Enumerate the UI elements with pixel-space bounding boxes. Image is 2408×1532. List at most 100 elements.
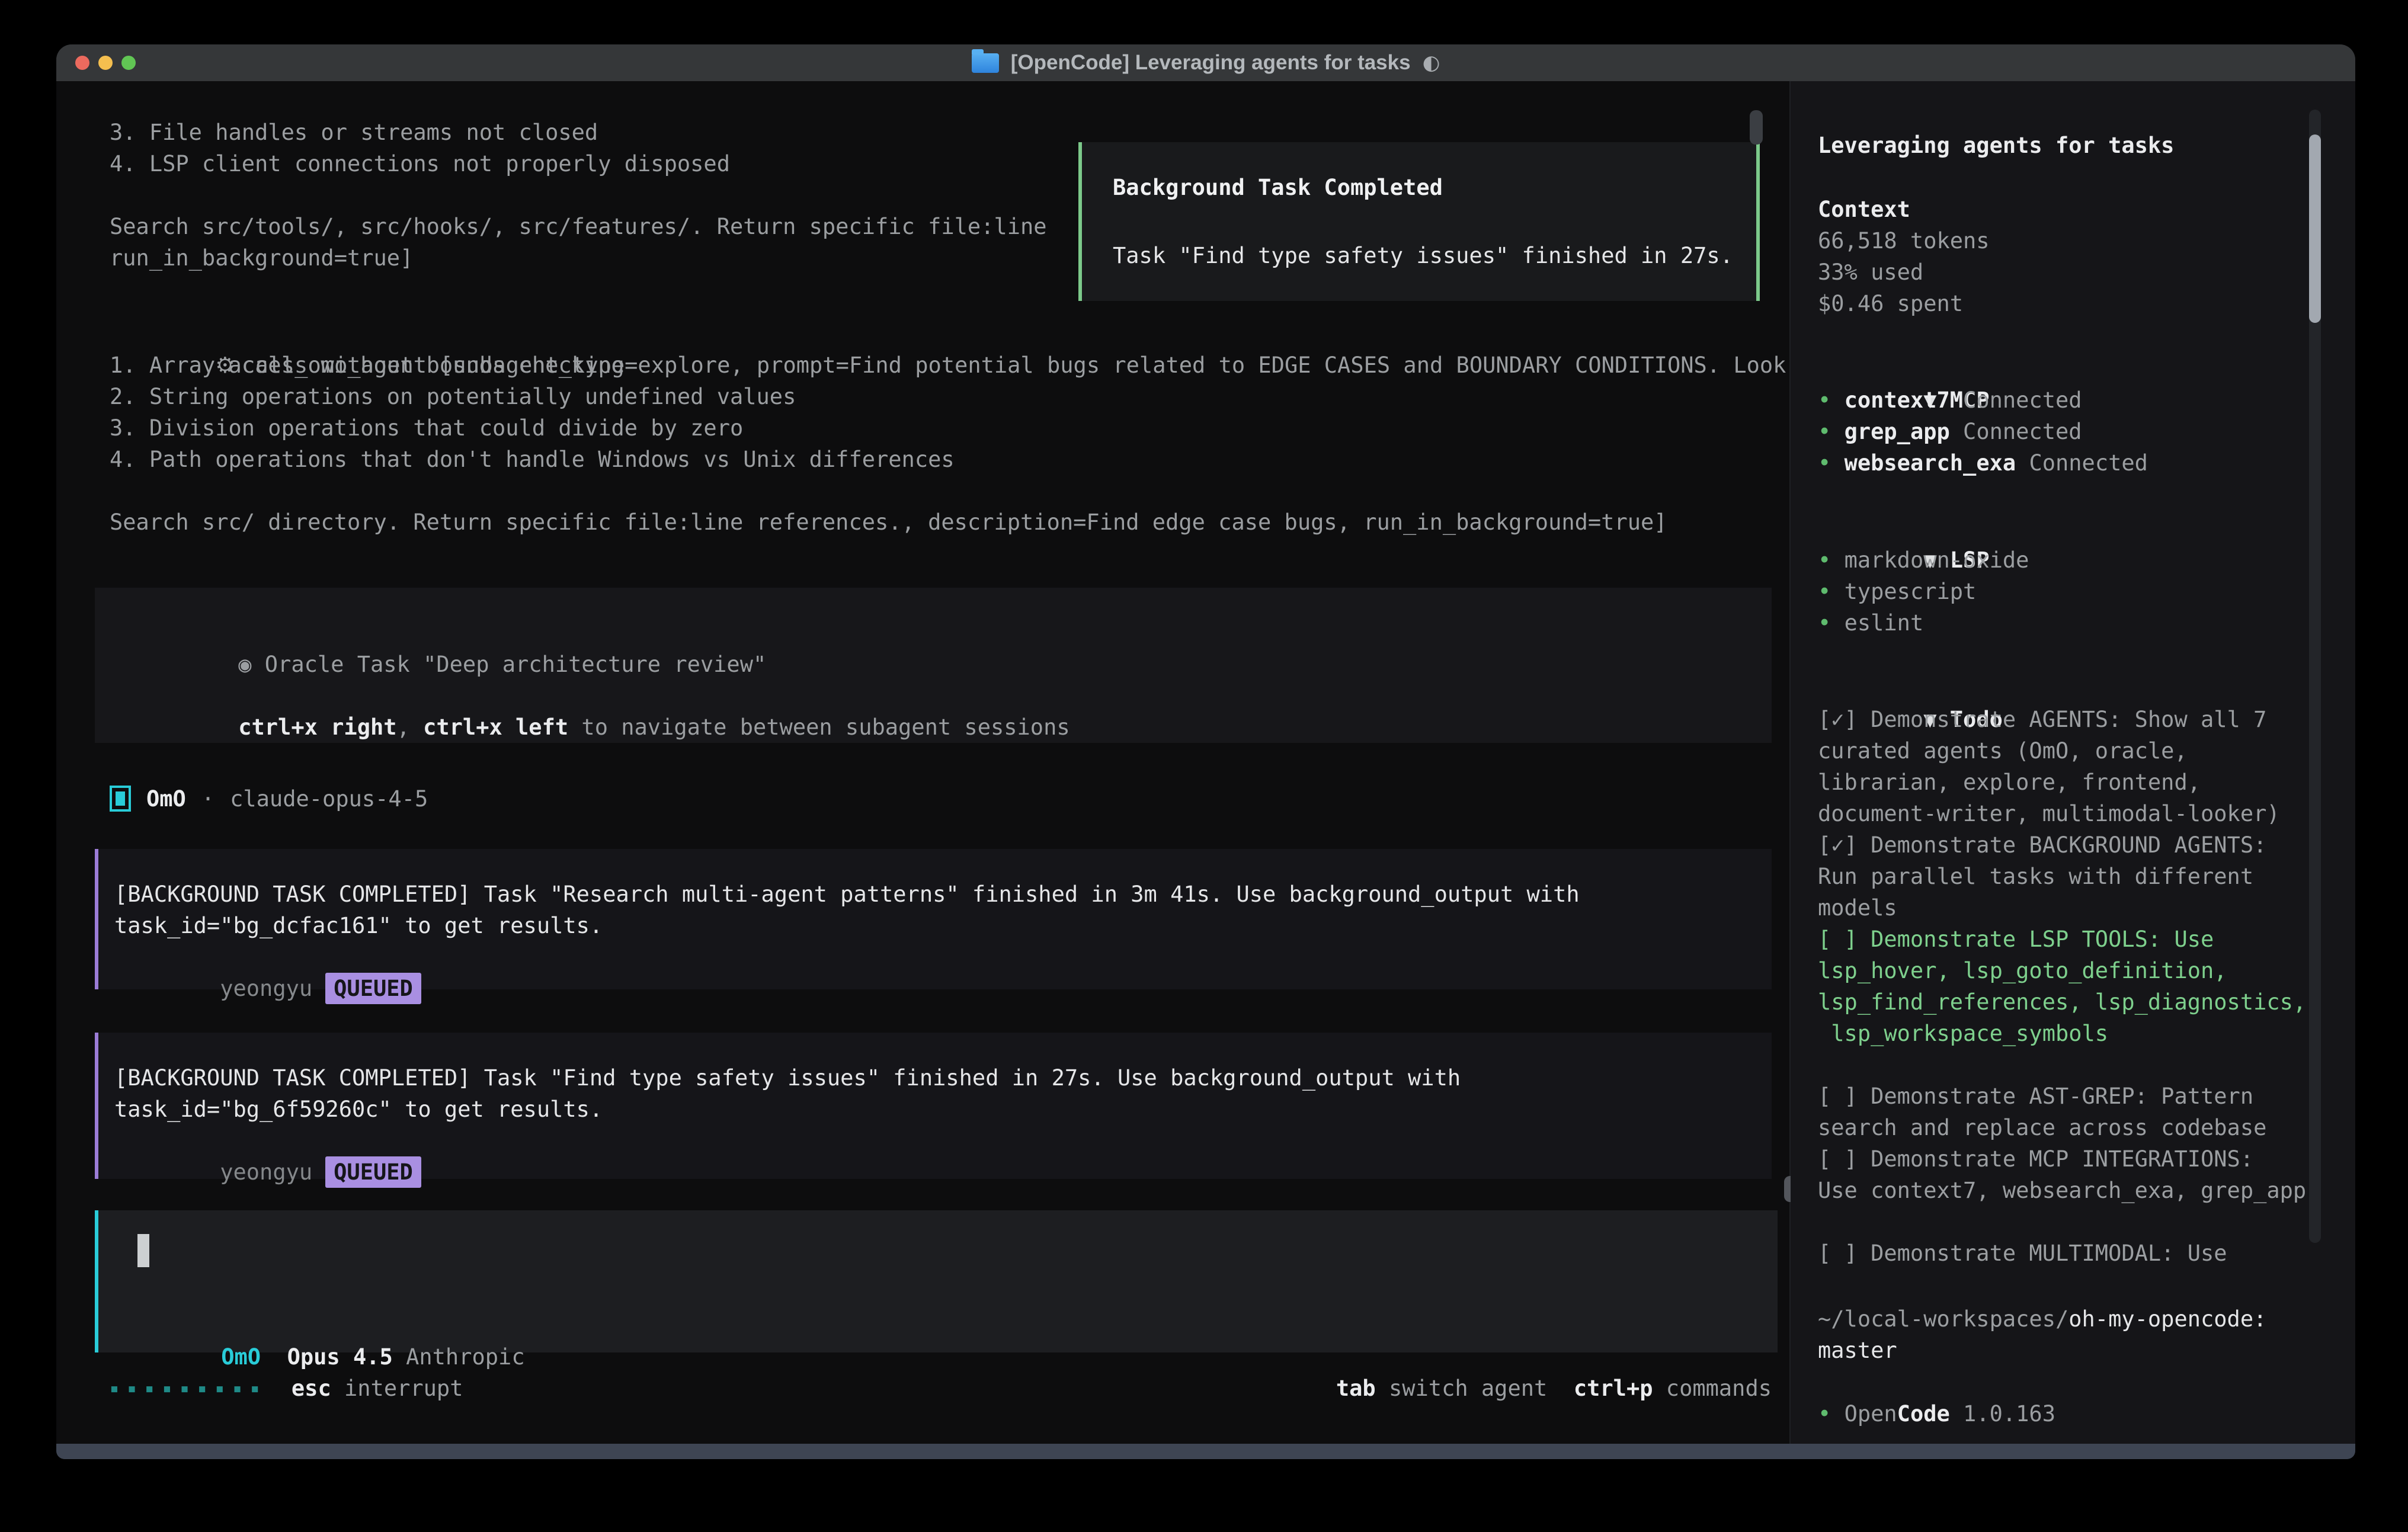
shortcut-hint: ctrl+x right, ctrl+x left to navigate be… — [133, 680, 1772, 711]
session-title: Leveraging agents for tasks — [1818, 130, 2174, 161]
key-ctrl-x-left: ctrl+x left — [423, 714, 568, 740]
todo-item: lsp_workspace_symbols — [1818, 1018, 2306, 1049]
tool-call-line: Search src/ directory. Return specific f… — [110, 507, 1839, 538]
tool-call-block: ⚙ call_omo_agent [subagent_type=explore,… — [110, 318, 1839, 538]
key-ctrl-p: ctrl+p — [1547, 1376, 1653, 1401]
sidebar: Leveraging agents for tasks Context 66,5… — [1791, 81, 2355, 1444]
mcp-item: • grep_app Connected — [1818, 416, 2148, 447]
output-line: Search src/tools/, src/hooks/, src/featu… — [110, 211, 1047, 242]
context-stat: 66,518 tokens — [1818, 225, 1990, 257]
agent-header: OmO · claude-opus-4-5 — [110, 780, 428, 817]
fisheye-icon: ◉ — [238, 652, 265, 677]
mcp-section: ▼ MCP • context7 Connected• grep_app Con… — [1818, 353, 2148, 479]
todo-item: librarian, explore, frontend, — [1818, 767, 2306, 798]
todo-list: [✓] Demonstrate AGENTS: Show all 7curate… — [1818, 704, 2306, 1269]
todo-item: curated agents (OmO, oracle, — [1818, 735, 2306, 767]
toast-body: Task "Find type safety issues" finished … — [1113, 240, 1756, 271]
input-cursor — [137, 1234, 149, 1267]
todo-item: models — [1818, 892, 2306, 924]
todo-item: lsp_find_references, lsp_diagnostics, — [1818, 986, 2306, 1018]
todo-item: Run parallel tasks with different — [1818, 861, 2306, 892]
message-text: task_id="bg_6f59260c" to get results. — [114, 1094, 1772, 1125]
toast-scrollbar-thumb[interactable] — [1750, 110, 1763, 145]
context-section: Context 66,518 tokens33% used$0.46 spent — [1818, 194, 1990, 319]
status-badge: QUEUED — [325, 973, 421, 1004]
author-label: yeongyu — [220, 1159, 312, 1185]
lsp-heading[interactable]: ▼ LSP — [1818, 513, 2029, 544]
main-terminal: 3. File handles or streams not closed4. … — [56, 81, 1791, 1444]
mcp-item: • websearch_exa Connected — [1818, 447, 2148, 479]
message-text: [BACKGROUND TASK COMPLETED] Task "Resear… — [114, 879, 1772, 910]
sidebar-scrollbar-thumb[interactable] — [2309, 134, 2321, 323]
status-bar: ▪▪▪▪▪▪▪▪▪ esc interrupt tab switch agent… — [110, 1373, 1772, 1404]
agent-name: OmO — [146, 786, 186, 812]
todo-item: search and replace across codebase — [1818, 1112, 2306, 1143]
context-stat: $0.46 spent — [1818, 288, 1990, 319]
tool-call-line — [110, 475, 1839, 507]
workspace-line: master — [1818, 1335, 2266, 1366]
todo-section: ▼ Todo [✓] Demonstrate AGENTS: Show all … — [1818, 672, 2306, 1269]
todo-item: Use context7, websearch_exa, grep_app — [1818, 1175, 2306, 1206]
lsp-list: • markdown-oxide• typescript• eslint — [1818, 544, 2029, 639]
context-stat: 33% used — [1818, 257, 1990, 288]
lsp-item: • markdown-oxide — [1818, 544, 2029, 576]
status-badge: QUEUED — [325, 1156, 421, 1188]
workspace-path: ~/local-workspaces/oh-my-opencode:master — [1818, 1303, 2266, 1366]
author-label: yeongyu — [220, 976, 312, 1001]
output-line: run_in_background=true] — [110, 242, 1047, 274]
separator-dot: · — [201, 786, 214, 812]
background-task-message: [BACKGROUND TASK COMPLETED] Task "Resear… — [95, 849, 1772, 989]
titlebar: [OpenCode] Leveraging agents for tasks ◐ — [56, 44, 2355, 81]
input-model-row: OmO Opus 4.5 Anthropic — [116, 1310, 525, 1341]
context-stats: 66,518 tokens33% used$0.46 spent — [1818, 225, 1990, 319]
label-switch-agent: switch agent — [1376, 1376, 1548, 1401]
toast-notification[interactable]: Background Task Completed Task "Find typ… — [1078, 142, 1760, 301]
output-paragraph: 3. File handles or streams not closed4. … — [110, 117, 1047, 274]
mcp-heading[interactable]: ▼ MCP — [1818, 353, 2148, 384]
agent-icon — [110, 786, 131, 812]
window-title: [OpenCode] Leveraging agents for tasks ◐ — [972, 51, 1440, 75]
minimize-button[interactable] — [98, 56, 113, 70]
todo-item: lsp_hover, lsp_goto_definition, — [1818, 955, 2306, 986]
oracle-task-box: ◉ Oracle Task "Deep architecture review"… — [95, 588, 1772, 743]
toast-title: Background Task Completed — [1113, 172, 1756, 203]
todo-item — [1818, 1206, 2306, 1238]
todo-item: [ ] Demonstrate LSP TOOLS: Use — [1818, 924, 2306, 955]
chat-input[interactable]: OmO Opus 4.5 Anthropic — [95, 1210, 1778, 1352]
agent-badge: OmO — [221, 1344, 261, 1370]
todo-heading[interactable]: ▼ Todo — [1818, 672, 2306, 704]
model-name: claude-opus-4-5 — [230, 786, 428, 812]
zoom-button[interactable] — [121, 56, 136, 70]
label-commands: commands — [1653, 1376, 1772, 1401]
window-bottom-edge — [56, 1444, 2355, 1459]
oracle-task-title: Oracle Task "Deep architecture review" — [265, 652, 766, 677]
model-label: Opus 4.5 — [287, 1344, 393, 1370]
key-tab: tab — [1336, 1376, 1376, 1401]
tool-call-line: 3. Division operations that could divide… — [110, 412, 1839, 444]
message-text: [BACKGROUND TASK COMPLETED] Task "Find t… — [114, 1062, 1772, 1094]
mcp-item: • context7 Connected — [1818, 384, 2148, 416]
provider-label: Anthropic — [406, 1344, 524, 1370]
todo-item: [✓] Demonstrate AGENTS: Show all 7 — [1818, 704, 2306, 735]
output-line — [110, 180, 1047, 211]
key-ctrl-x-right: ctrl+x right — [238, 714, 396, 740]
key-esc: esc — [292, 1376, 331, 1401]
folder-icon — [972, 53, 999, 73]
workspace-line: ~/local-workspaces/oh-my-opencode: — [1818, 1303, 2266, 1335]
app-window: [OpenCode] Leveraging agents for tasks ◐… — [56, 44, 2355, 1459]
todo-item: [ ] Demonstrate AST-GREP: Pattern — [1818, 1081, 2306, 1112]
lsp-item: • typescript — [1818, 576, 2029, 607]
version-line: • OpenCode 1.0.163 — [1818, 1398, 2055, 1430]
session-state-icon: ◐ — [1423, 51, 1440, 75]
mcp-list: • context7 Connected• grep_app Connected… — [1818, 384, 2148, 479]
window-title-text: [OpenCode] Leveraging agents for tasks — [1011, 51, 1411, 75]
tool-call-line: 2. String operations on potentially unde… — [110, 381, 1839, 412]
traffic-lights — [75, 56, 136, 70]
lsp-section: ▼ LSP • markdown-oxide• typescript• esli… — [1818, 513, 2029, 639]
output-line: 3. File handles or streams not closed — [110, 117, 1047, 148]
background-task-message: [BACKGROUND TASK COMPLETED] Task "Find t… — [95, 1033, 1772, 1179]
lsp-item: • eslint — [1818, 607, 2029, 639]
close-button[interactable] — [75, 56, 89, 70]
version-text: • OpenCode 1.0.163 — [1818, 1398, 2055, 1430]
todo-item — [1818, 1049, 2306, 1081]
